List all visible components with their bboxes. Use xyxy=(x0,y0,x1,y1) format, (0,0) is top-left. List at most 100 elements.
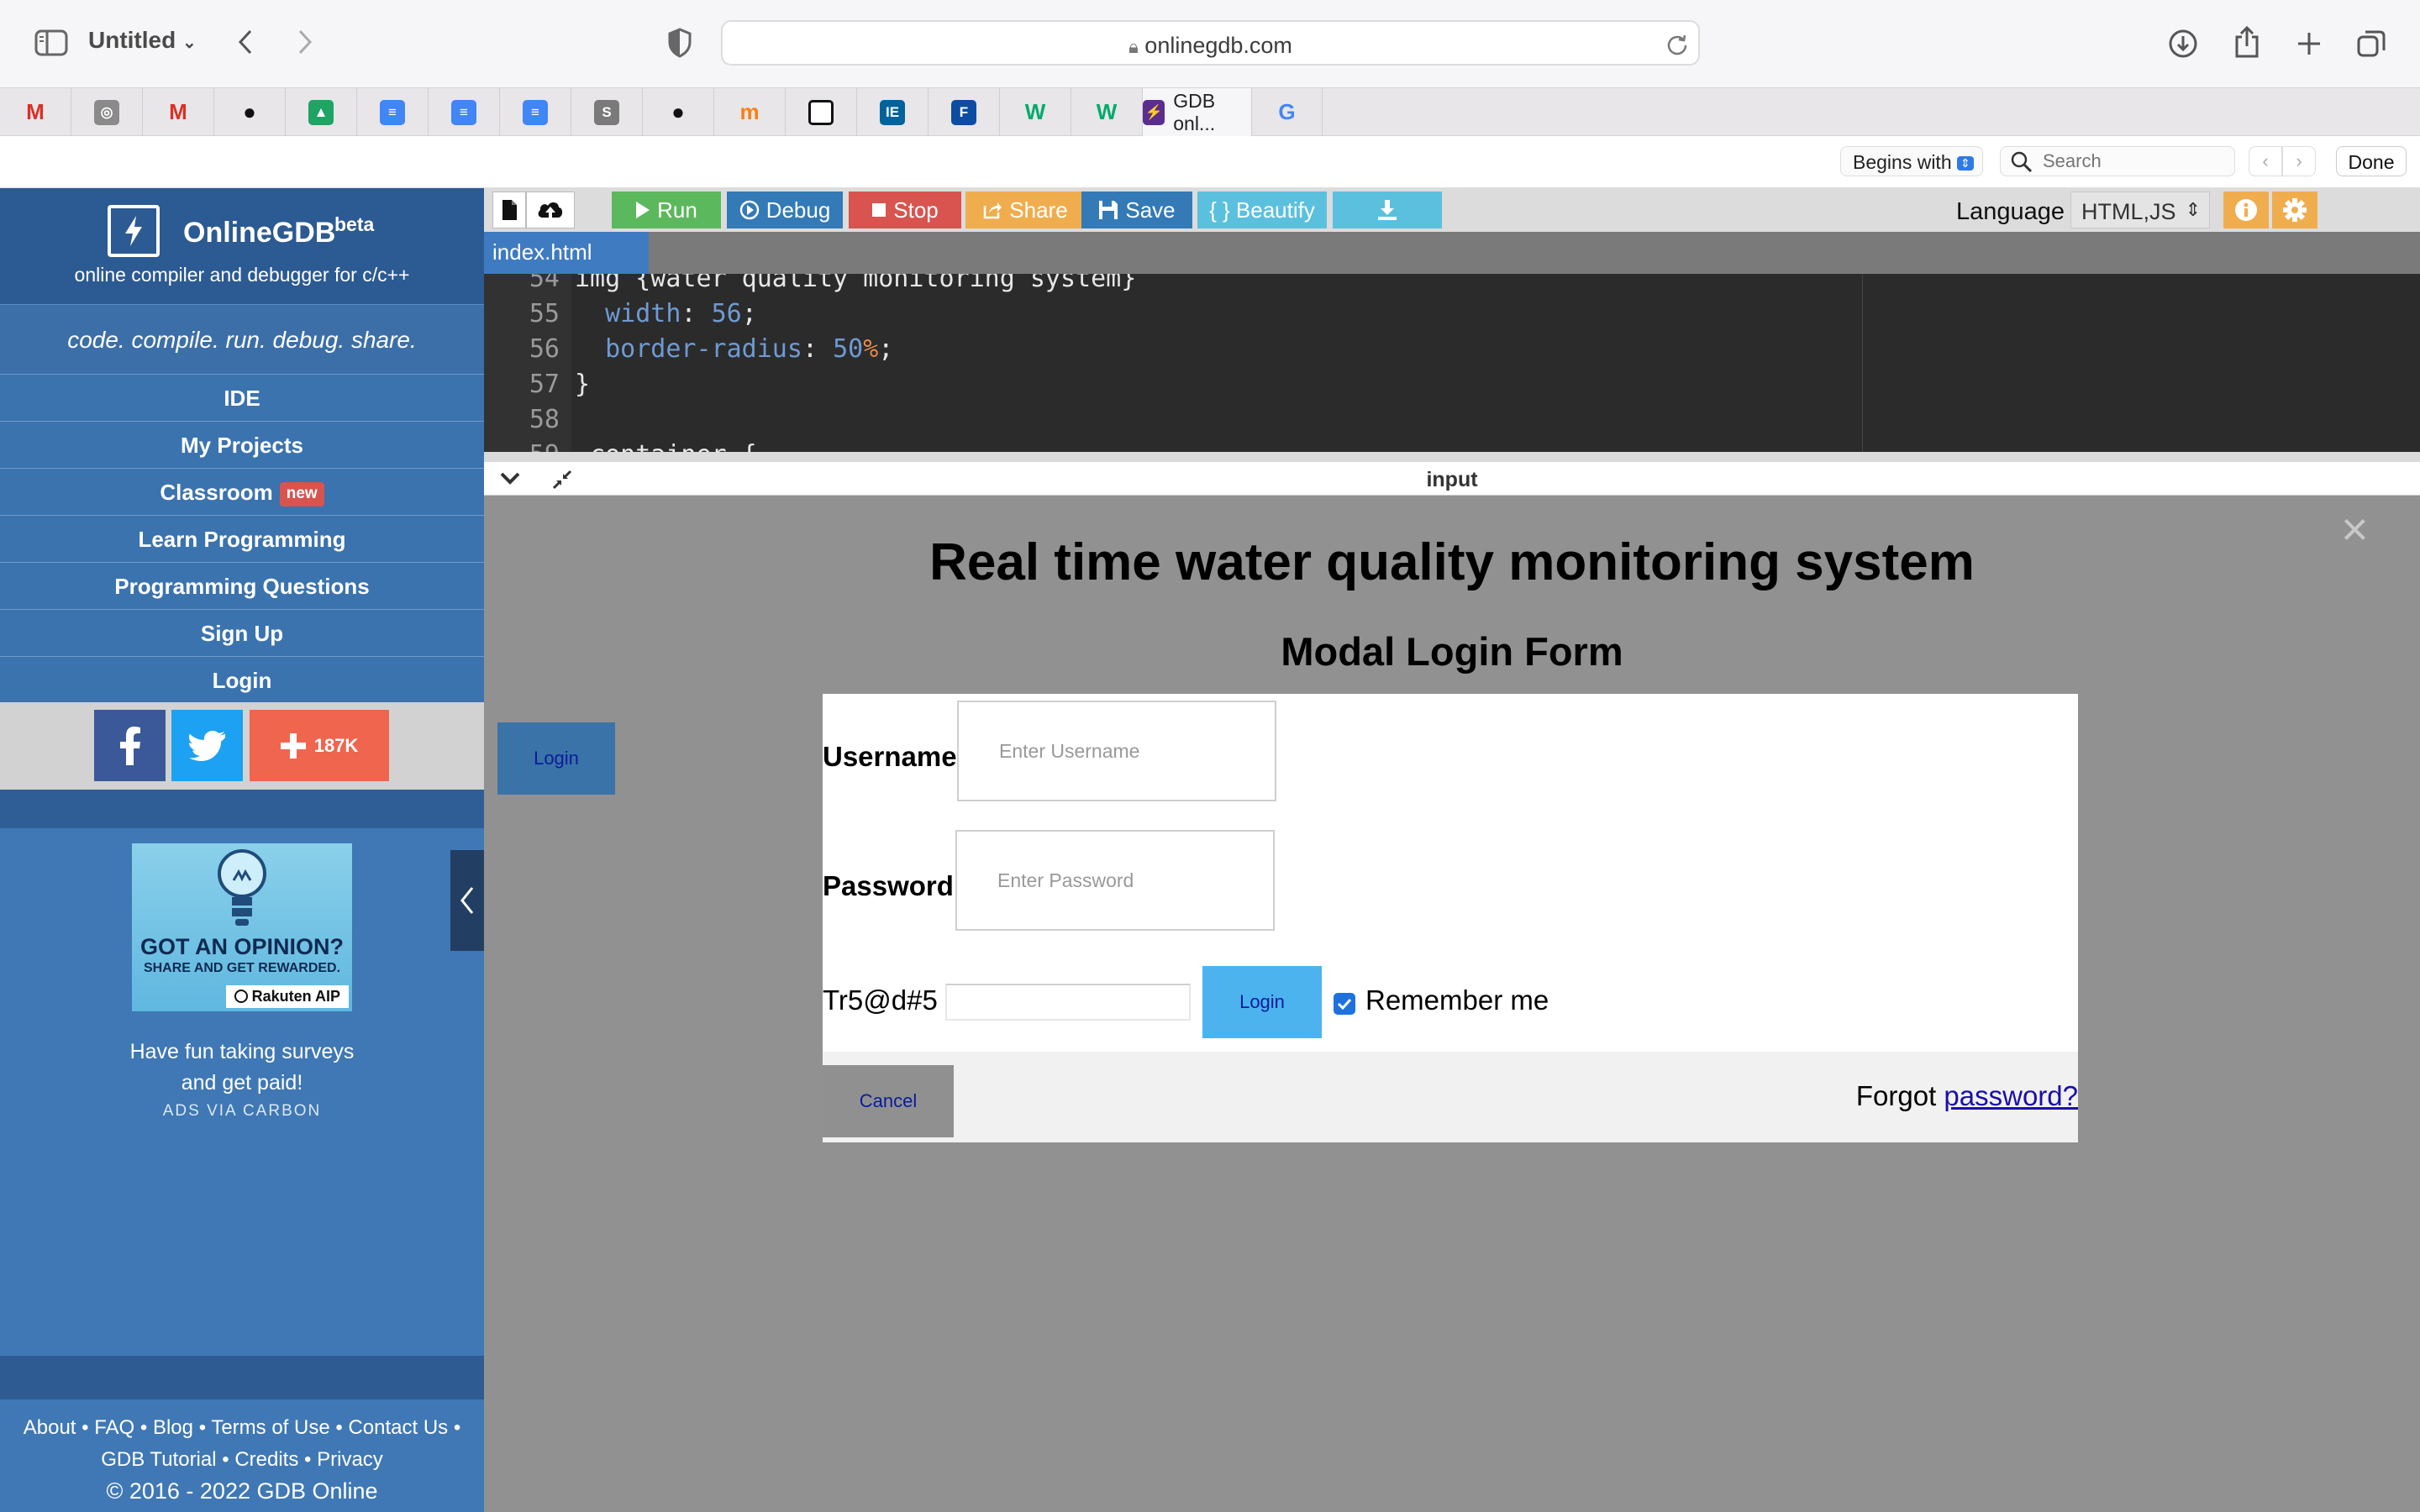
footer-link-privacy[interactable]: Privacy xyxy=(317,1448,383,1471)
footer-link-faq[interactable]: FAQ xyxy=(94,1416,134,1439)
footer-link-blog[interactable]: Blog xyxy=(153,1416,193,1439)
find-previous-icon[interactable]: ‹ xyxy=(2249,146,2282,176)
nav-learn-programming[interactable]: Learn Programming xyxy=(0,515,484,562)
browser-tab[interactable]: ● xyxy=(643,88,714,136)
browser-tab[interactable]: ▲ xyxy=(286,88,357,136)
browser-tab[interactable]: IE xyxy=(857,88,929,136)
sidebar-toggle-icon[interactable] xyxy=(34,29,69,57)
collapse-sidebar-icon[interactable] xyxy=(450,850,484,951)
nav-my-projects[interactable]: My Projects xyxy=(0,421,484,468)
browser-tab[interactable]: ● xyxy=(214,88,286,136)
login-submit-button[interactable]: Login xyxy=(1202,966,1322,1038)
password-label: Password xyxy=(823,870,954,901)
ad-subline: SHARE AND GET REWARDED. xyxy=(143,961,341,975)
ad-brand-logo: Rakuten AIP xyxy=(225,985,349,1008)
find-done-button[interactable]: Done xyxy=(2336,146,2407,176)
ieee-icon: IE xyxy=(880,99,905,125)
download-button[interactable] xyxy=(1333,192,1442,228)
tab-overview-icon[interactable] xyxy=(2354,27,2388,60)
find-mode-select[interactable]: Begins with ⇕ xyxy=(1840,146,1983,176)
new-file-button[interactable] xyxy=(492,192,526,228)
nav-classroom[interactable]: Classroom new xyxy=(0,468,484,515)
language-select[interactable]: HTML,JS ⇕ xyxy=(2070,192,2210,228)
code-editor[interactable]: 54 img {water quality monitoring system}… xyxy=(484,274,2420,452)
ad-image[interactable]: GOT AN OPINION? SHARE AND GET REWARDED. … xyxy=(132,843,352,1011)
forward-icon[interactable] xyxy=(292,25,318,59)
back-icon[interactable] xyxy=(232,25,259,59)
line-number: 55 xyxy=(529,299,560,328)
footer-link-gdb-tutorial[interactable]: GDB Tutorial xyxy=(101,1448,216,1471)
file-tab-index-html[interactable]: index.html xyxy=(484,232,649,274)
browser-tab[interactable]: F xyxy=(929,88,1000,136)
downloads-icon[interactable] xyxy=(2166,27,2200,60)
forgot-password-link[interactable]: password? xyxy=(1944,1080,2078,1111)
facebook-share-button[interactable] xyxy=(94,710,166,781)
run-label: Run xyxy=(657,197,697,223)
remember-me-checkbox[interactable] xyxy=(1334,993,1355,1015)
ad-text[interactable]: Have fun taking surveys and get paid! xyxy=(0,1037,484,1099)
brand-header[interactable]: OnlineGDB beta online compiler and debug… xyxy=(0,188,484,304)
ads-via-carbon[interactable]: ADS VIA CARBON xyxy=(0,1102,484,1121)
browser-tab[interactable]: S xyxy=(571,88,643,136)
browser-tab[interactable]: ≡ xyxy=(429,88,500,136)
footer-link-contact[interactable]: Contact Us xyxy=(348,1416,448,1439)
open-login-button[interactable]: Login xyxy=(497,722,615,795)
privacy-shield-icon[interactable] xyxy=(665,27,695,59)
username-input[interactable] xyxy=(957,701,1276,801)
browser-tab[interactable]: ≡ xyxy=(500,88,571,136)
footer-separator: • xyxy=(453,1416,461,1439)
footer-link-credits[interactable]: Credits xyxy=(234,1448,298,1471)
settings-button[interactable] xyxy=(2272,192,2317,228)
new-tab-icon[interactable] xyxy=(2292,27,2326,60)
browser-tab[interactable]: ⚡ GDB onl... xyxy=(1143,88,1252,136)
browser-tab[interactable]: W xyxy=(1071,88,1143,136)
browser-tab[interactable]: G xyxy=(1252,88,1323,136)
reload-icon[interactable] xyxy=(1665,32,1690,57)
browser-tab[interactable]: W xyxy=(1000,88,1071,136)
twitter-share-button[interactable] xyxy=(171,710,243,781)
file-icon xyxy=(502,200,517,220)
google-docs-icon: ≡ xyxy=(523,99,548,125)
share-count: 187K xyxy=(313,734,359,756)
password-field[interactable] xyxy=(945,984,1191,1021)
browser-tab[interactable]: ◎ xyxy=(71,88,143,136)
run-button[interactable]: Run xyxy=(612,192,721,228)
browser-tab[interactable]: M xyxy=(143,88,214,136)
address-bar[interactable]: 🔒︎ onlinegdb.com xyxy=(721,20,1700,66)
nav-sign-up[interactable]: Sign Up xyxy=(0,609,484,656)
upload-button[interactable] xyxy=(526,192,575,228)
footer-link-about[interactable]: About xyxy=(24,1416,76,1439)
cancel-button[interactable]: Cancel xyxy=(823,1065,954,1137)
save-button[interactable]: Save xyxy=(1081,192,1192,228)
nav-programming-questions[interactable]: Programming Questions xyxy=(0,562,484,609)
nav-login[interactable]: Login xyxy=(0,656,484,703)
footer-separator: • xyxy=(139,1416,148,1439)
stray-text: Tr5@d#5 xyxy=(823,984,938,1016)
browser-tab[interactable]: M xyxy=(0,88,71,136)
footer-link-terms[interactable]: Terms of Use xyxy=(211,1416,329,1439)
footer-links-line-1: About • FAQ • Blog • Terms of Use • Cont… xyxy=(0,1399,484,1440)
beautify-button[interactable]: { } Beautify xyxy=(1197,192,1327,228)
github-icon: ● xyxy=(243,99,256,124)
share-button[interactable]: Share xyxy=(965,192,1085,228)
language-label: Language xyxy=(1956,198,2065,225)
share-icon[interactable] xyxy=(2230,24,2264,60)
password-input[interactable] xyxy=(955,830,1275,931)
print-margin xyxy=(1862,274,1863,452)
stop-button[interactable]: Stop xyxy=(849,192,961,228)
browser-tab[interactable]: m xyxy=(714,88,786,136)
browser-tab[interactable]: ≡ xyxy=(357,88,429,136)
debug-button[interactable]: Debug xyxy=(727,192,843,228)
css-value: 50 xyxy=(833,334,864,364)
window-title[interactable]: Untitled ⌄ xyxy=(88,27,197,54)
browser-tab[interactable] xyxy=(786,88,857,136)
find-mode-label: Begins with xyxy=(1853,151,1952,173)
info-button[interactable] xyxy=(2223,192,2269,228)
google-docs-icon: ≡ xyxy=(451,99,476,125)
nav-ide[interactable]: IDE xyxy=(0,374,484,421)
ad-block[interactable]: GOT AN OPINION? SHARE AND GET REWARDED. … xyxy=(0,828,484,1356)
panel-divider[interactable] xyxy=(484,452,2420,462)
find-search-input[interactable] xyxy=(2000,146,2235,176)
addthis-share-button[interactable]: 187K xyxy=(250,710,389,781)
find-next-icon[interactable]: › xyxy=(2282,146,2316,176)
